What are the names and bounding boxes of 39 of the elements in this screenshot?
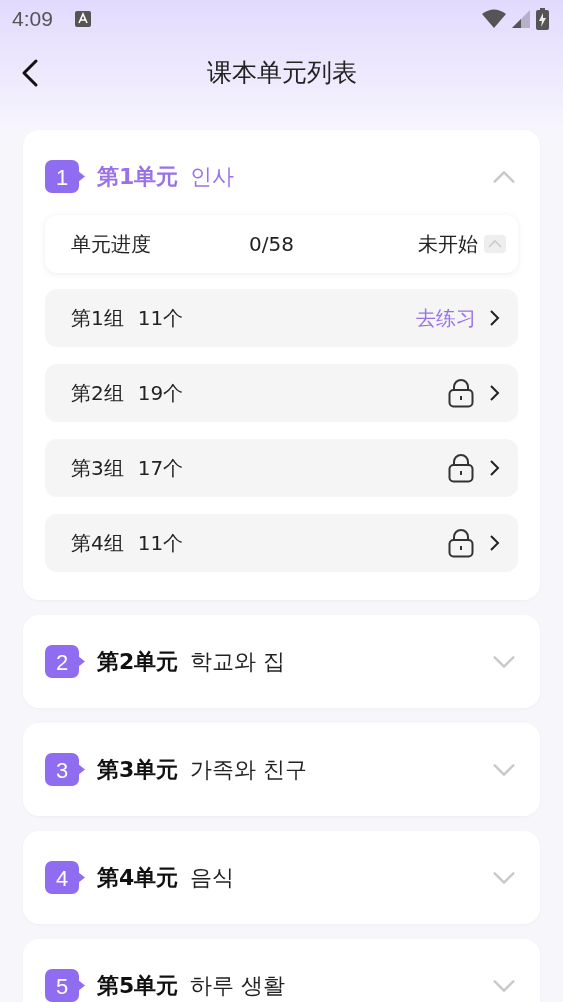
collapse-button[interactable]: [484, 235, 506, 253]
chevron-right-icon: [488, 459, 500, 477]
unit-subtitle: 인사: [190, 162, 236, 191]
unit-title[interactable]: 第5单元: [97, 970, 179, 1001]
group-row[interactable]: 第4组 11个: [45, 514, 518, 572]
group-count: 17个: [137, 454, 185, 482]
group-count: 11个: [137, 304, 185, 332]
group-name: 第2组: [71, 379, 124, 407]
lock-icon: [448, 453, 474, 483]
unit-subtitle: 음식: [190, 863, 236, 892]
unit-title[interactable]: 第2单元: [97, 646, 179, 677]
unit-title[interactable]: 第3单元: [97, 754, 179, 785]
group-row[interactable]: 第3组 17个: [45, 439, 518, 497]
group-count: 11个: [137, 529, 185, 557]
chevron-right-icon: [488, 534, 500, 552]
unit-subtitle: 학교와 집: [190, 647, 287, 676]
progress-value: 0/58: [249, 232, 295, 256]
lock-icon: [448, 378, 474, 408]
progress-label: 单元进度: [71, 230, 152, 258]
status-time: 4:09: [12, 7, 53, 31]
signal-icon: [512, 10, 530, 28]
unit-title[interactable]: 第1单元: [97, 161, 179, 192]
page-title: 课本单元列表: [206, 56, 357, 89]
keyboard-icon: [74, 11, 91, 27]
group-name: 第4组: [71, 529, 124, 557]
group-row[interactable]: 第1组 11个 去练习: [45, 289, 518, 347]
battery-icon: [536, 8, 549, 30]
unit-subtitle: 하루 생활: [190, 971, 287, 1000]
group-name: 第1组: [71, 304, 124, 332]
unit-title[interactable]: 第4单元: [97, 862, 179, 893]
progress-status: 未开始: [418, 230, 478, 258]
chevron-right-icon: [488, 309, 500, 327]
unit-subtitle: 가족와 친구: [190, 755, 309, 784]
wifi-icon: [482, 9, 506, 29]
lock-icon: [448, 528, 474, 558]
group-name: 第3组: [71, 454, 124, 482]
chevron-right-icon: [488, 384, 500, 402]
group-row[interactable]: 第2组 19个: [45, 364, 518, 422]
group-count: 19个: [137, 379, 185, 407]
